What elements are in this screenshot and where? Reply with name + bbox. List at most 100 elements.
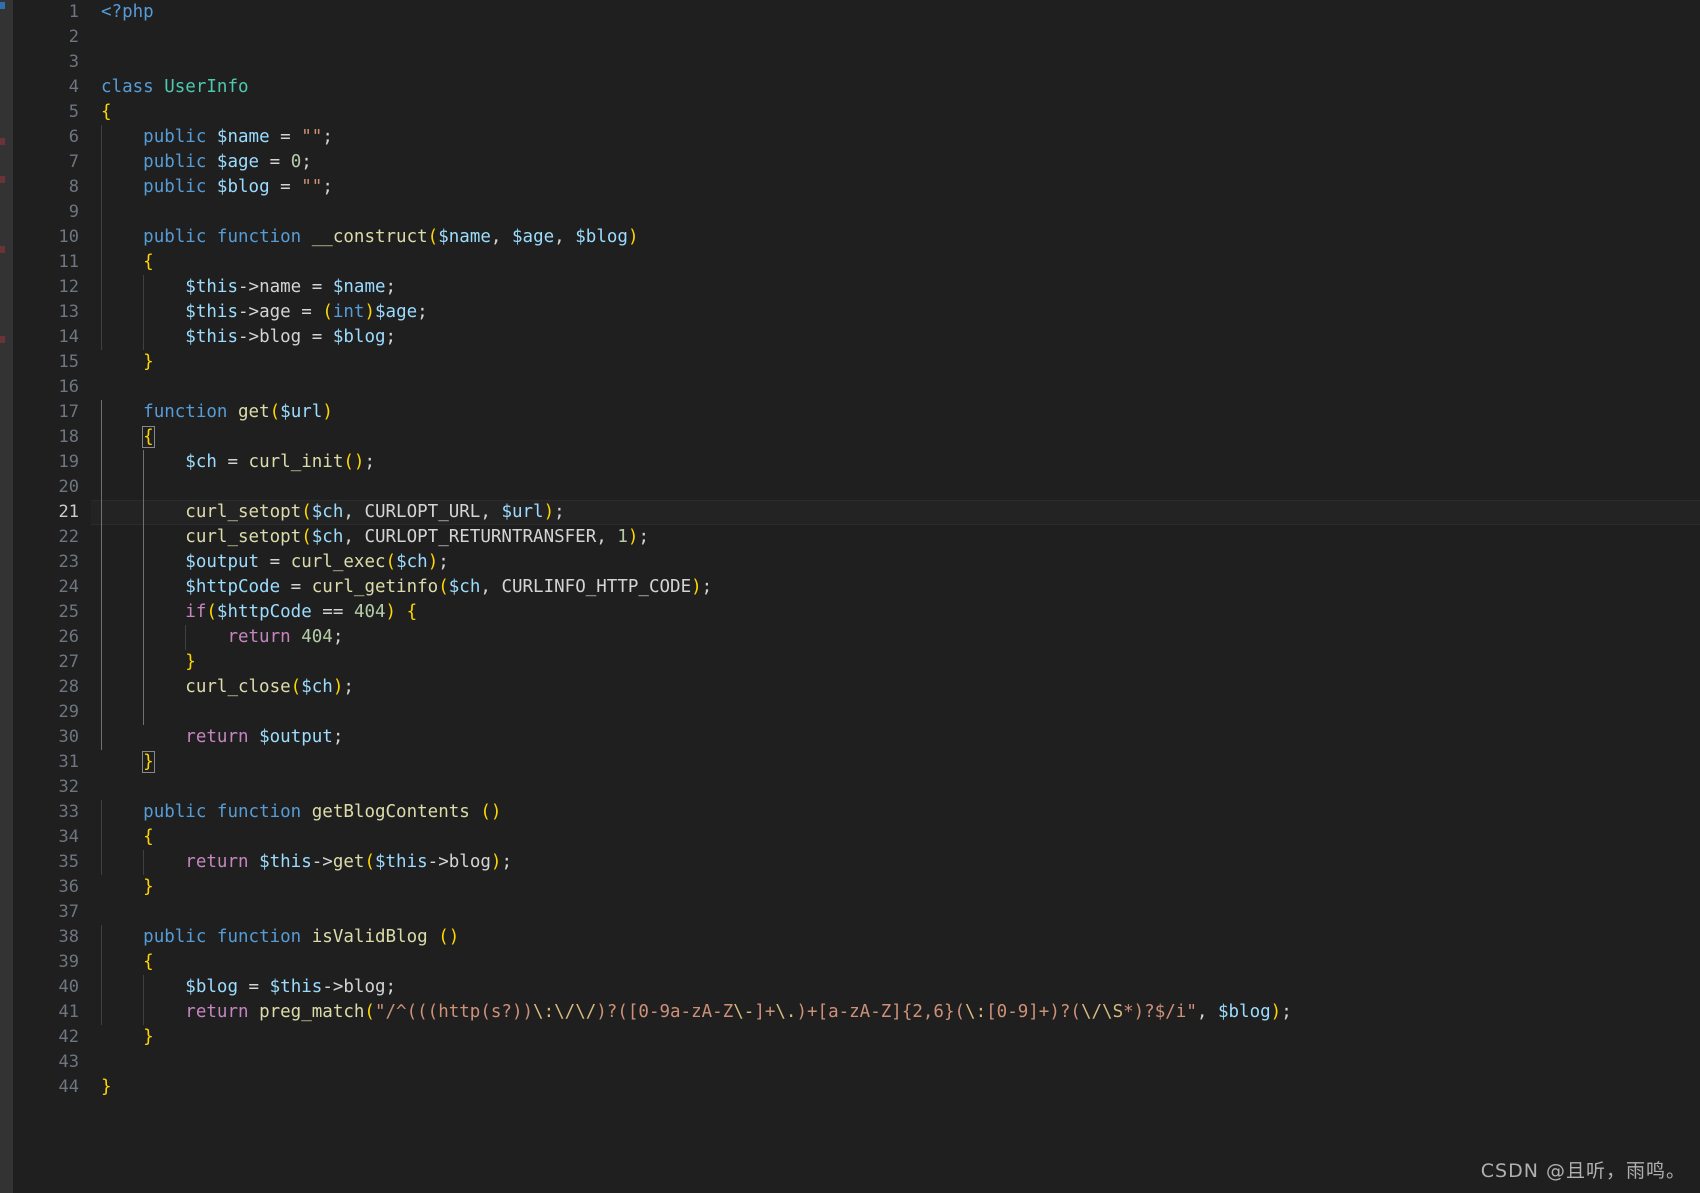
code-line[interactable]: return preg_match("/^(((http(s?))\:\/\/)… xyxy=(91,1000,1700,1025)
csdn-watermark: CSDN @且听，雨鸣。 xyxy=(1480,1160,1686,1182)
line-number: 17 xyxy=(13,400,91,425)
line-number: 29 xyxy=(13,700,91,725)
code-line[interactable]: $ch = curl_init(); xyxy=(91,450,1700,475)
line-number: 14 xyxy=(13,325,91,350)
line-number: 9 xyxy=(13,200,91,225)
code-line[interactable]: $blog = $this->blog; xyxy=(91,975,1700,1000)
line-number: 11 xyxy=(13,250,91,275)
line-number: 23 xyxy=(13,550,91,575)
code-line[interactable]: return $output; xyxy=(91,725,1700,750)
code-line[interactable]: $this->name = $name; xyxy=(91,275,1700,300)
code-line[interactable] xyxy=(91,200,1700,225)
line-number: 35 xyxy=(13,850,91,875)
overview-ruler-strip[interactable] xyxy=(0,0,13,1193)
code-editor[interactable]: 1 2 3 4 5 6 7 8 9 10 11 12 13 14 15 16 17 18 19 20 21 22 23 24 2… xyxy=(0,0,1700,1193)
code-line[interactable]: return $this->get($this->blog); xyxy=(91,850,1700,875)
code-line[interactable]: <?php xyxy=(91,0,1700,25)
code-line[interactable]: curl_setopt($ch, CURLOPT_RETURNTRANSFER,… xyxy=(91,525,1700,550)
code-content-area[interactable]: <?php class UserInfo{ public $name = ""; … xyxy=(91,0,1700,1193)
code-line[interactable]: $httpCode = curl_getinfo($ch, CURLINFO_H… xyxy=(91,575,1700,600)
code-line[interactable]: public $blog = ""; xyxy=(91,175,1700,200)
line-number: 28 xyxy=(13,675,91,700)
line-number: 3 xyxy=(13,50,91,75)
line-number: 41 xyxy=(13,1000,91,1025)
line-number: 22 xyxy=(13,525,91,550)
line-number: 2 xyxy=(13,25,91,50)
line-number: 37 xyxy=(13,900,91,925)
code-line[interactable]: } xyxy=(91,750,1700,775)
code-line[interactable]: curl_close($ch); xyxy=(91,675,1700,700)
overview-mark xyxy=(0,2,5,9)
line-number: 25 xyxy=(13,600,91,625)
code-line[interactable]: } xyxy=(91,1025,1700,1050)
code-line[interactable]: { xyxy=(91,100,1700,125)
code-line[interactable]: public $age = 0; xyxy=(91,150,1700,175)
line-number: 34 xyxy=(13,825,91,850)
overview-mark xyxy=(0,246,5,253)
line-number: 27 xyxy=(13,650,91,675)
code-line[interactable]: $this->blog = $blog; xyxy=(91,325,1700,350)
line-number: 4 xyxy=(13,75,91,100)
indent-guide xyxy=(101,800,102,875)
code-line[interactable] xyxy=(91,25,1700,50)
code-line[interactable]: { xyxy=(91,425,1700,450)
line-number: 32 xyxy=(13,775,91,800)
code-line[interactable]: public function getBlogContents () xyxy=(91,800,1700,825)
code-line[interactable]: } xyxy=(91,875,1700,900)
code-line[interactable]: if($httpCode == 404) { xyxy=(91,600,1700,625)
code-line[interactable]: { xyxy=(91,250,1700,275)
code-line[interactable]: { xyxy=(91,950,1700,975)
bracket-match: { xyxy=(142,426,155,448)
line-number: 8 xyxy=(13,175,91,200)
line-number: 36 xyxy=(13,875,91,900)
code-line[interactable]: } xyxy=(91,350,1700,375)
indent-guide xyxy=(143,850,145,875)
code-line[interactable]: } xyxy=(91,1075,1700,1100)
code-line[interactable] xyxy=(91,775,1700,800)
overview-mark xyxy=(0,138,5,145)
code-line[interactable]: $output = curl_exec($ch); xyxy=(91,550,1700,575)
code-line[interactable] xyxy=(91,900,1700,925)
code-line[interactable]: class UserInfo xyxy=(91,75,1700,100)
line-number-gutter: 1 2 3 4 5 6 7 8 9 10 11 12 13 14 15 16 17 18 19 20 21 22 23 24 2… xyxy=(13,0,91,1193)
code-line[interactable]: curl_setopt($ch, CURLOPT_URL, $url); xyxy=(91,500,1700,525)
overview-mark xyxy=(0,176,5,183)
code-line[interactable] xyxy=(91,700,1700,725)
code-line[interactable]: public function isValidBlog () xyxy=(91,925,1700,950)
code-line[interactable]: function get($url) xyxy=(91,400,1700,425)
line-number: 1 xyxy=(13,0,91,25)
code-line[interactable]: } xyxy=(91,650,1700,675)
code-line[interactable] xyxy=(91,475,1700,500)
indent-guide xyxy=(143,275,145,350)
line-number: 21 xyxy=(13,500,91,525)
line-number: 20 xyxy=(13,475,91,500)
line-number: 39 xyxy=(13,950,91,975)
code-line[interactable]: public function __construct($name, $age,… xyxy=(91,225,1700,250)
code-line[interactable]: { xyxy=(91,825,1700,850)
line-number: 24 xyxy=(13,575,91,600)
indent-guide xyxy=(101,125,102,350)
line-number: 26 xyxy=(13,625,91,650)
line-number: 10 xyxy=(13,225,91,250)
line-number: 31 xyxy=(13,750,91,775)
line-number: 16 xyxy=(13,375,91,400)
code-line[interactable]: public $name = ""; xyxy=(91,125,1700,150)
code-line[interactable] xyxy=(91,50,1700,75)
indent-guide xyxy=(185,625,187,650)
code-line[interactable]: return 404; xyxy=(91,625,1700,650)
line-number: 42 xyxy=(13,1025,91,1050)
code-line[interactable]: $this->age = (int)$age; xyxy=(91,300,1700,325)
code-line[interactable] xyxy=(91,375,1700,400)
line-number: 30 xyxy=(13,725,91,750)
line-number: 38 xyxy=(13,925,91,950)
line-number: 43 xyxy=(13,1050,91,1075)
line-number: 13 xyxy=(13,300,91,325)
line-number: 18 xyxy=(13,425,91,450)
indent-guide xyxy=(101,400,102,750)
indent-guide xyxy=(143,450,145,725)
line-number: 19 xyxy=(13,450,91,475)
bracket-match: } xyxy=(142,751,155,773)
line-number: 33 xyxy=(13,800,91,825)
code-line[interactable] xyxy=(91,1050,1700,1075)
line-number: 6 xyxy=(13,125,91,150)
